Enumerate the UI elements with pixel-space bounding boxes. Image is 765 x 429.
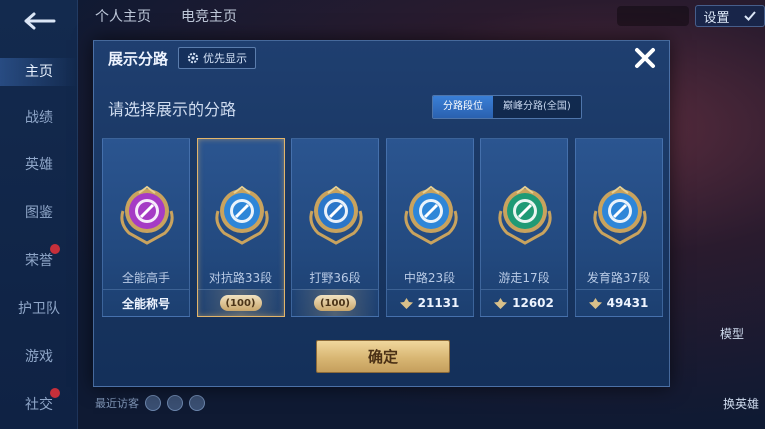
settings-button[interactable]: 设置 xyxy=(695,5,765,27)
lane-card-name: 全能高手 xyxy=(121,271,170,285)
lane-card-name: 游走17段 xyxy=(498,271,550,285)
lane-card-footer: 21131 xyxy=(386,289,473,316)
confirm-button[interactable]: 确定 xyxy=(316,340,450,373)
left-nav-rail: 主页 战绩 英雄 图鉴 荣誉 护卫队 游戏 社交 xyxy=(0,0,78,429)
peak-score-value: 49431 xyxy=(606,296,649,310)
lane-card-name: 中路23段 xyxy=(403,271,456,285)
lane-card[interactable]: 游走17段 12602 xyxy=(480,138,568,317)
lane-card-name: 对抗路33段 xyxy=(208,271,273,285)
notification-dot xyxy=(50,244,60,254)
nav-item-home[interactable]: 主页 xyxy=(0,58,78,86)
settings-label: 设置 xyxy=(703,10,730,26)
close-icon xyxy=(635,48,655,68)
avatar[interactable] xyxy=(167,395,183,411)
tab-esports-home[interactable]: 电竞主页 xyxy=(181,6,237,34)
recent-visitors-label: 最近访客 xyxy=(95,397,139,410)
lane-card-footer: (100) xyxy=(197,289,284,316)
jungle-emblem-icon xyxy=(309,185,363,245)
peak-score-icon xyxy=(494,297,508,309)
avatar[interactable] xyxy=(145,395,161,411)
lane-card[interactable]: 全能高手 全能称号 xyxy=(102,138,190,317)
notification-dot xyxy=(50,388,60,398)
nav-item-social[interactable]: 社交 xyxy=(0,391,78,419)
lane-card-name: 发育路37段 xyxy=(586,271,651,285)
change-hero-button[interactable]: 换英雄 xyxy=(723,395,759,412)
model-button[interactable]: 模型 xyxy=(707,325,757,342)
nav-item-records[interactable]: 战绩 xyxy=(0,104,78,132)
peak-score-value: 12602 xyxy=(512,296,554,310)
farm-lane-emblem-icon xyxy=(592,185,647,245)
peak-score-icon xyxy=(399,297,413,309)
nav-item-honor[interactable]: 荣誉 xyxy=(0,247,78,275)
top-right-controls: 设置 xyxy=(617,4,765,28)
toggle-peak-lane[interactable]: 巅峰分路(全国) xyxy=(493,96,581,118)
nav-item-heroes[interactable]: 英雄 xyxy=(0,151,78,179)
peak-score-value: 21131 xyxy=(417,296,460,310)
top-tabs: 个人主页 电竞主页 xyxy=(95,6,237,34)
toggle-lane-rank[interactable]: 分路段位 xyxy=(433,96,493,118)
lane-mode-toggle: 分路段位 巅峰分路(全国) xyxy=(432,95,582,119)
lane-card-list: 全能高手 全能称号 对抗路33段 (100) 打野36段 (100) 中路23段 21131 游… xyxy=(102,138,663,318)
dialog-title: 展示分路 xyxy=(108,49,169,68)
avatar[interactable] xyxy=(189,395,205,411)
priority-display-button[interactable]: 优先显示 xyxy=(178,47,257,69)
recent-visitors: 最近访客 xyxy=(95,395,205,411)
peak-score-icon xyxy=(588,297,602,309)
dialog-header: 展示分路 优先显示 xyxy=(94,41,669,75)
lane-card-footer: (100) xyxy=(292,289,378,316)
lane-card[interactable]: 中路23段 21131 xyxy=(385,138,474,317)
lane-display-dialog: 展示分路 优先显示 请选择展示的分路 分路段位 巅峰分路(全国) 全能高手全能称… xyxy=(93,40,670,387)
mid-lane-emblem-icon xyxy=(403,185,458,245)
lane-card-footer: 49431 xyxy=(575,289,662,316)
check-icon xyxy=(744,11,757,21)
back-button[interactable] xyxy=(20,8,60,34)
back-arrow-icon xyxy=(24,12,56,30)
nav-item-guard-team[interactable]: 护卫队 xyxy=(0,295,78,323)
gear-icon xyxy=(187,52,199,64)
all-round-emblem-icon xyxy=(120,185,174,245)
stars-badge: (100) xyxy=(219,295,262,311)
lane-card-name: 打野36段 xyxy=(309,271,361,285)
dialog-subtitle: 请选择展示的分路 xyxy=(108,100,237,119)
lane-card-footer: 12602 xyxy=(481,289,567,316)
nav-item-codex[interactable]: 图鉴 xyxy=(0,199,78,227)
close-button[interactable] xyxy=(631,44,659,72)
lane-card-footer: 全能称号 xyxy=(103,289,189,316)
title-label: 全能称号 xyxy=(121,296,170,311)
status-pill xyxy=(617,6,689,26)
priority-display-label: 优先显示 xyxy=(203,52,248,65)
nav-item-game[interactable]: 游戏 xyxy=(0,343,78,371)
roam-emblem-icon xyxy=(498,185,552,245)
lane-card[interactable]: 打野36段 (100) xyxy=(291,138,379,317)
stars-badge: (100) xyxy=(314,295,356,311)
top-lane-emblem-icon xyxy=(214,185,269,245)
tab-personal-home[interactable]: 个人主页 xyxy=(95,6,151,34)
lane-card[interactable]: 对抗路33段 (100) xyxy=(196,138,285,317)
lane-card[interactable]: 发育路37段 49431 xyxy=(574,138,663,317)
